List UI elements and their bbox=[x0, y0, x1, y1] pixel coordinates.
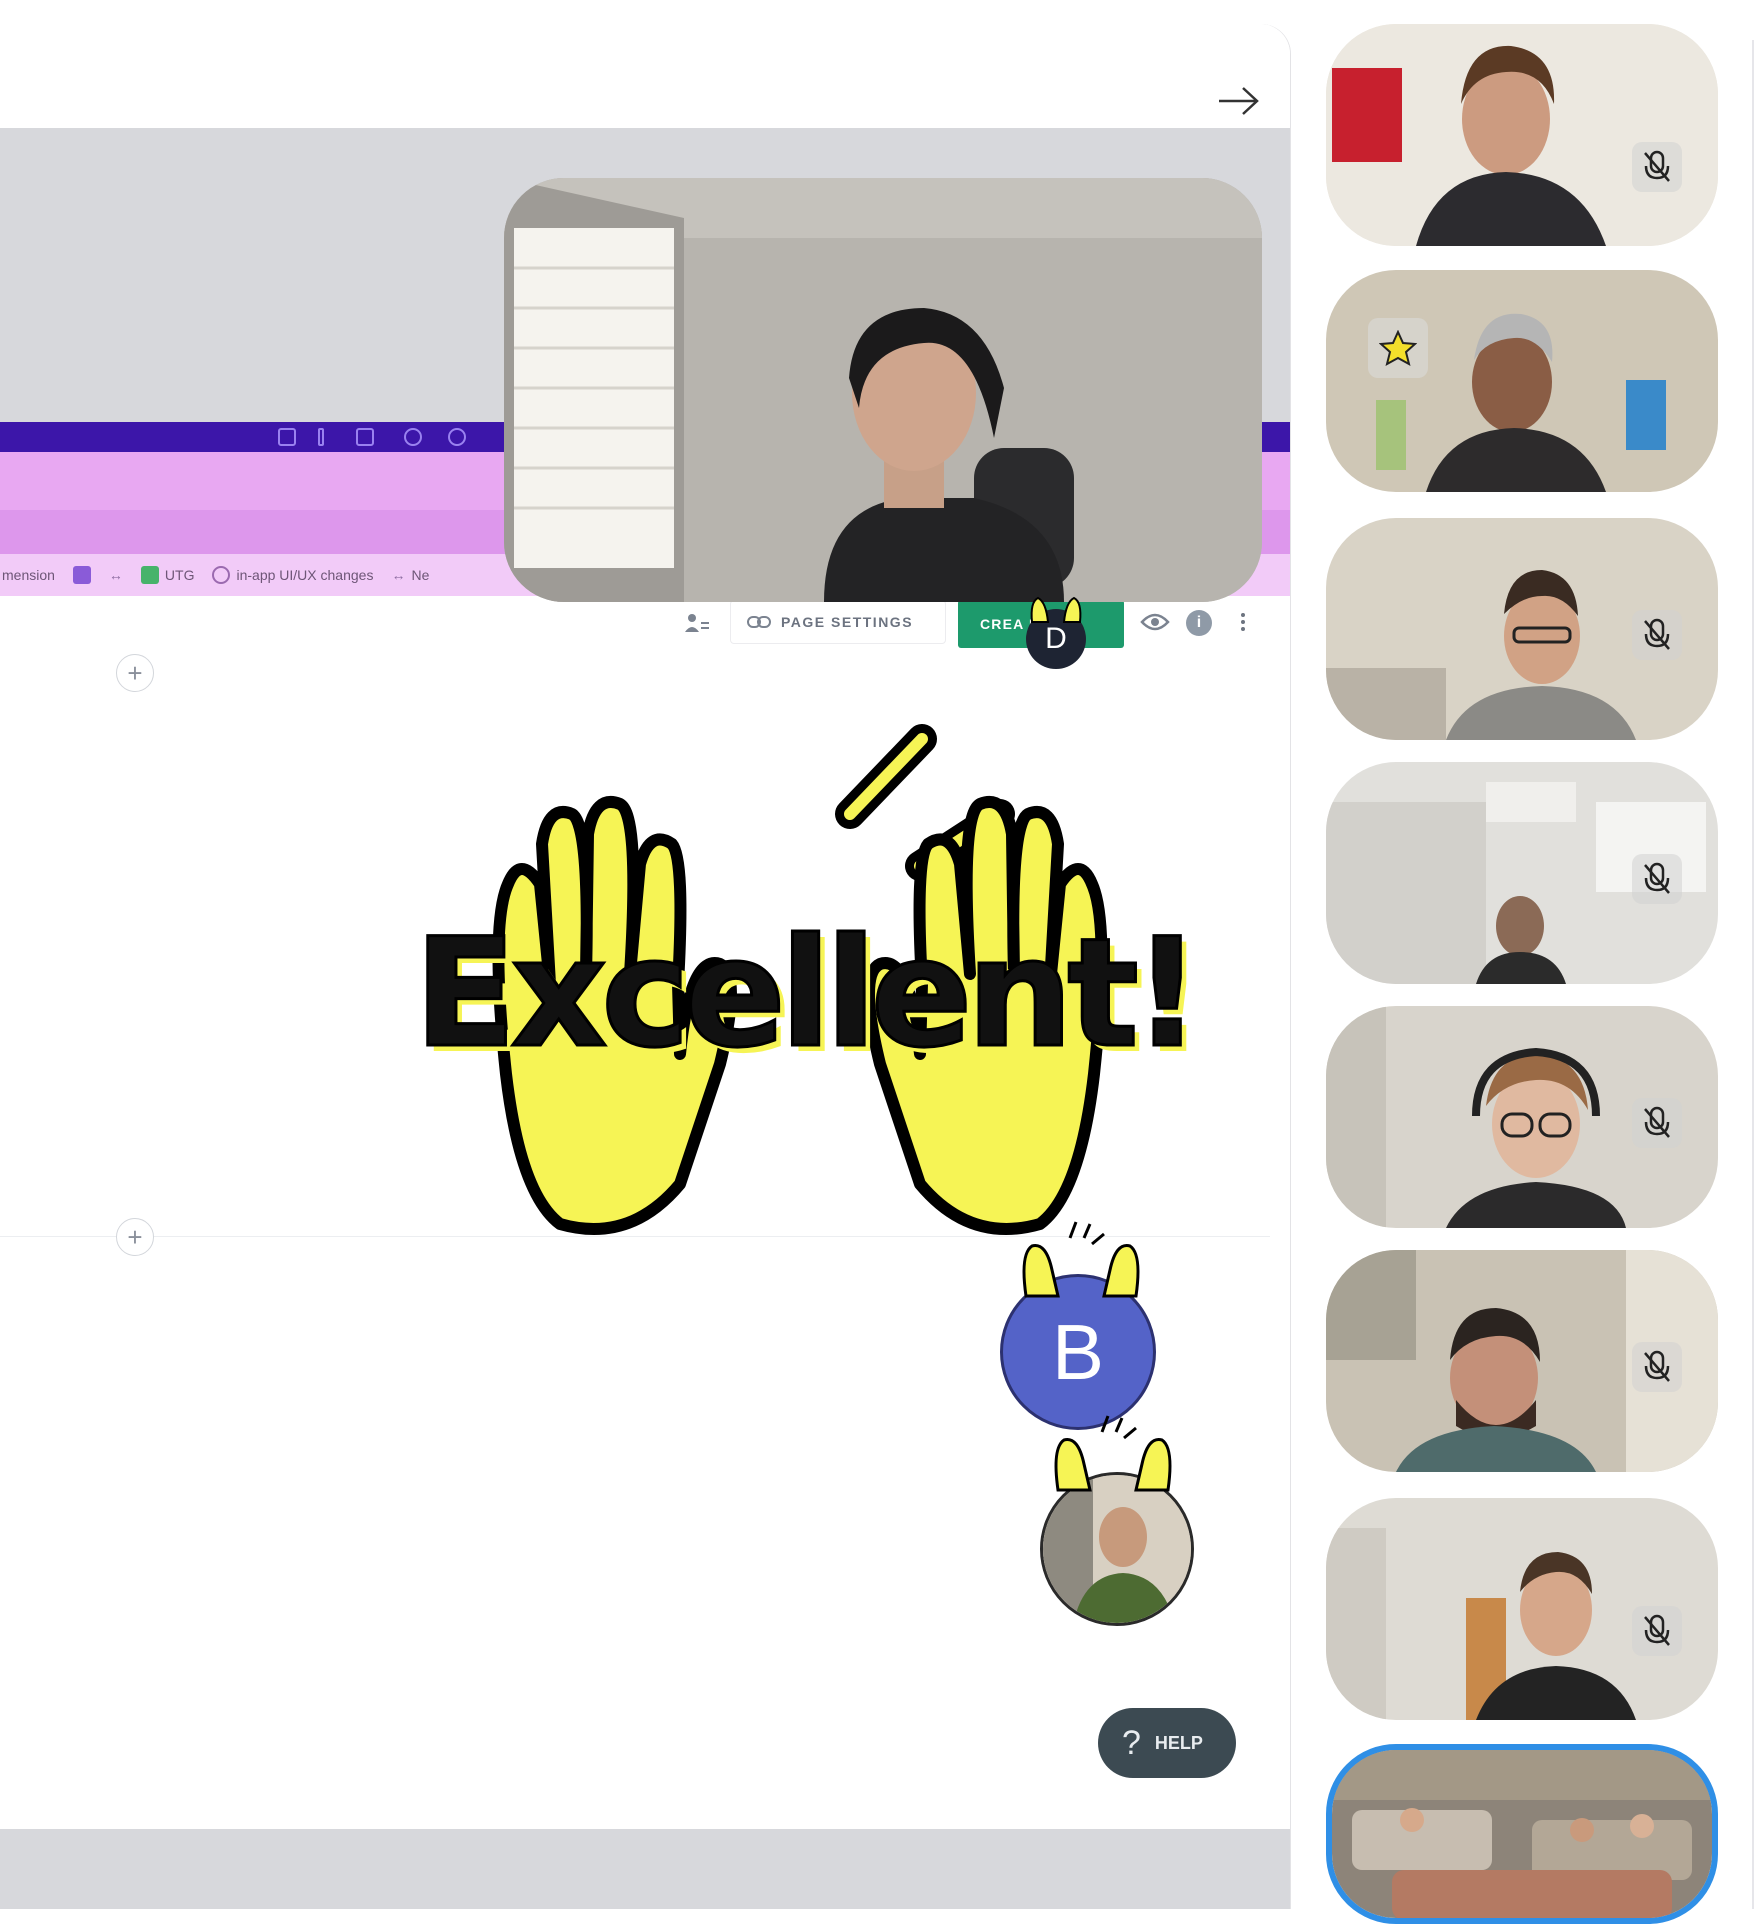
help-button[interactable]: ? HELP bbox=[1098, 1708, 1236, 1778]
participant-tile[interactable] bbox=[1326, 24, 1718, 246]
participant-video bbox=[1326, 24, 1718, 246]
bookmark-icon bbox=[212, 566, 231, 584]
participants-sidebar bbox=[1320, 0, 1738, 1924]
avatar-initial: D bbox=[1045, 622, 1067, 655]
shared-screen-panel: mension ↔ UTG in-app UI/UX changes ↔ Ne bbox=[0, 24, 1290, 1909]
help-label: HELP bbox=[1154, 1732, 1203, 1753]
eye-icon[interactable] bbox=[1140, 612, 1170, 637]
bookmark-label: in-app UI/UX changes bbox=[236, 567, 374, 583]
presenter-video-frame bbox=[504, 178, 1262, 602]
bookmark-item[interactable]: in-app UI/UX changes bbox=[212, 566, 373, 584]
panel-header bbox=[0, 24, 1290, 129]
avatar-photo bbox=[1043, 1475, 1191, 1623]
bookmark-label: Ne bbox=[411, 567, 430, 583]
muted-mic-icon bbox=[1632, 1098, 1682, 1148]
avatar-initial: B bbox=[1051, 1307, 1105, 1396]
link-icon: ↔ bbox=[391, 567, 406, 583]
participant-tile[interactable] bbox=[1326, 1006, 1718, 1228]
sheet-icon bbox=[140, 566, 159, 584]
raised-hands-icon bbox=[1030, 596, 1082, 623]
participant-tile[interactable] bbox=[1326, 762, 1718, 984]
muted-mic-icon bbox=[1632, 854, 1682, 904]
info-icon bbox=[318, 428, 324, 446]
muted-mic-icon bbox=[1632, 142, 1682, 192]
participant-tile[interactable] bbox=[1326, 270, 1718, 492]
link-icon: ↔ bbox=[108, 567, 123, 583]
muted-mic-icon bbox=[1632, 1606, 1682, 1656]
page-settings-button[interactable]: PAGE SETTINGS bbox=[730, 600, 946, 644]
bookmark-item[interactable]: mension bbox=[2, 567, 55, 583]
monitor-icon bbox=[278, 428, 296, 446]
question-icon: ? bbox=[1122, 1723, 1141, 1762]
extension-icon bbox=[404, 428, 422, 446]
raised-hands-icon bbox=[1022, 1221, 1140, 1298]
muted-mic-icon bbox=[1632, 1342, 1682, 1392]
muted-mic-icon bbox=[1632, 610, 1682, 660]
participant-tile[interactable] bbox=[1326, 518, 1718, 740]
page-settings-label: PAGE SETTINGS bbox=[781, 614, 914, 630]
participant-video bbox=[1332, 1750, 1712, 1918]
bookmark-item[interactable]: ↔ bbox=[109, 567, 123, 583]
link-icon bbox=[747, 616, 771, 628]
bookmark-label: mension bbox=[2, 567, 55, 583]
shared-screen-background bbox=[0, 1829, 1290, 1909]
add-section-button[interactable]: + bbox=[116, 654, 154, 692]
bookmark-item[interactable] bbox=[72, 566, 91, 584]
presenter-video[interactable] bbox=[504, 178, 1262, 602]
people-icon[interactable] bbox=[684, 612, 710, 639]
bookmark-icon bbox=[72, 566, 91, 584]
bookmark-item[interactable]: UTG bbox=[140, 566, 195, 584]
sidebar-divider bbox=[1752, 40, 1754, 1909]
arrow-right-icon[interactable] bbox=[1212, 74, 1266, 128]
reaction-text: Excellent! bbox=[413, 906, 1203, 1083]
shield-icon bbox=[448, 428, 466, 446]
calendar-icon bbox=[356, 428, 374, 446]
raised-hands-icon bbox=[1054, 1415, 1172, 1492]
participant-tile-active[interactable] bbox=[1326, 1744, 1718, 1924]
bookmark-item[interactable]: ↔ Ne bbox=[391, 567, 429, 583]
participant-tile[interactable] bbox=[1326, 1498, 1718, 1720]
more-vertical-icon[interactable] bbox=[1240, 610, 1246, 636]
add-section-button[interactable]: + bbox=[116, 1218, 154, 1256]
bookmark-label: UTG bbox=[164, 567, 195, 583]
star-icon bbox=[1368, 318, 1428, 378]
participant-video bbox=[1326, 270, 1718, 492]
participant-tile[interactable] bbox=[1326, 1250, 1718, 1472]
info-icon[interactable]: i bbox=[1186, 610, 1212, 636]
avatar bbox=[1040, 1472, 1194, 1626]
